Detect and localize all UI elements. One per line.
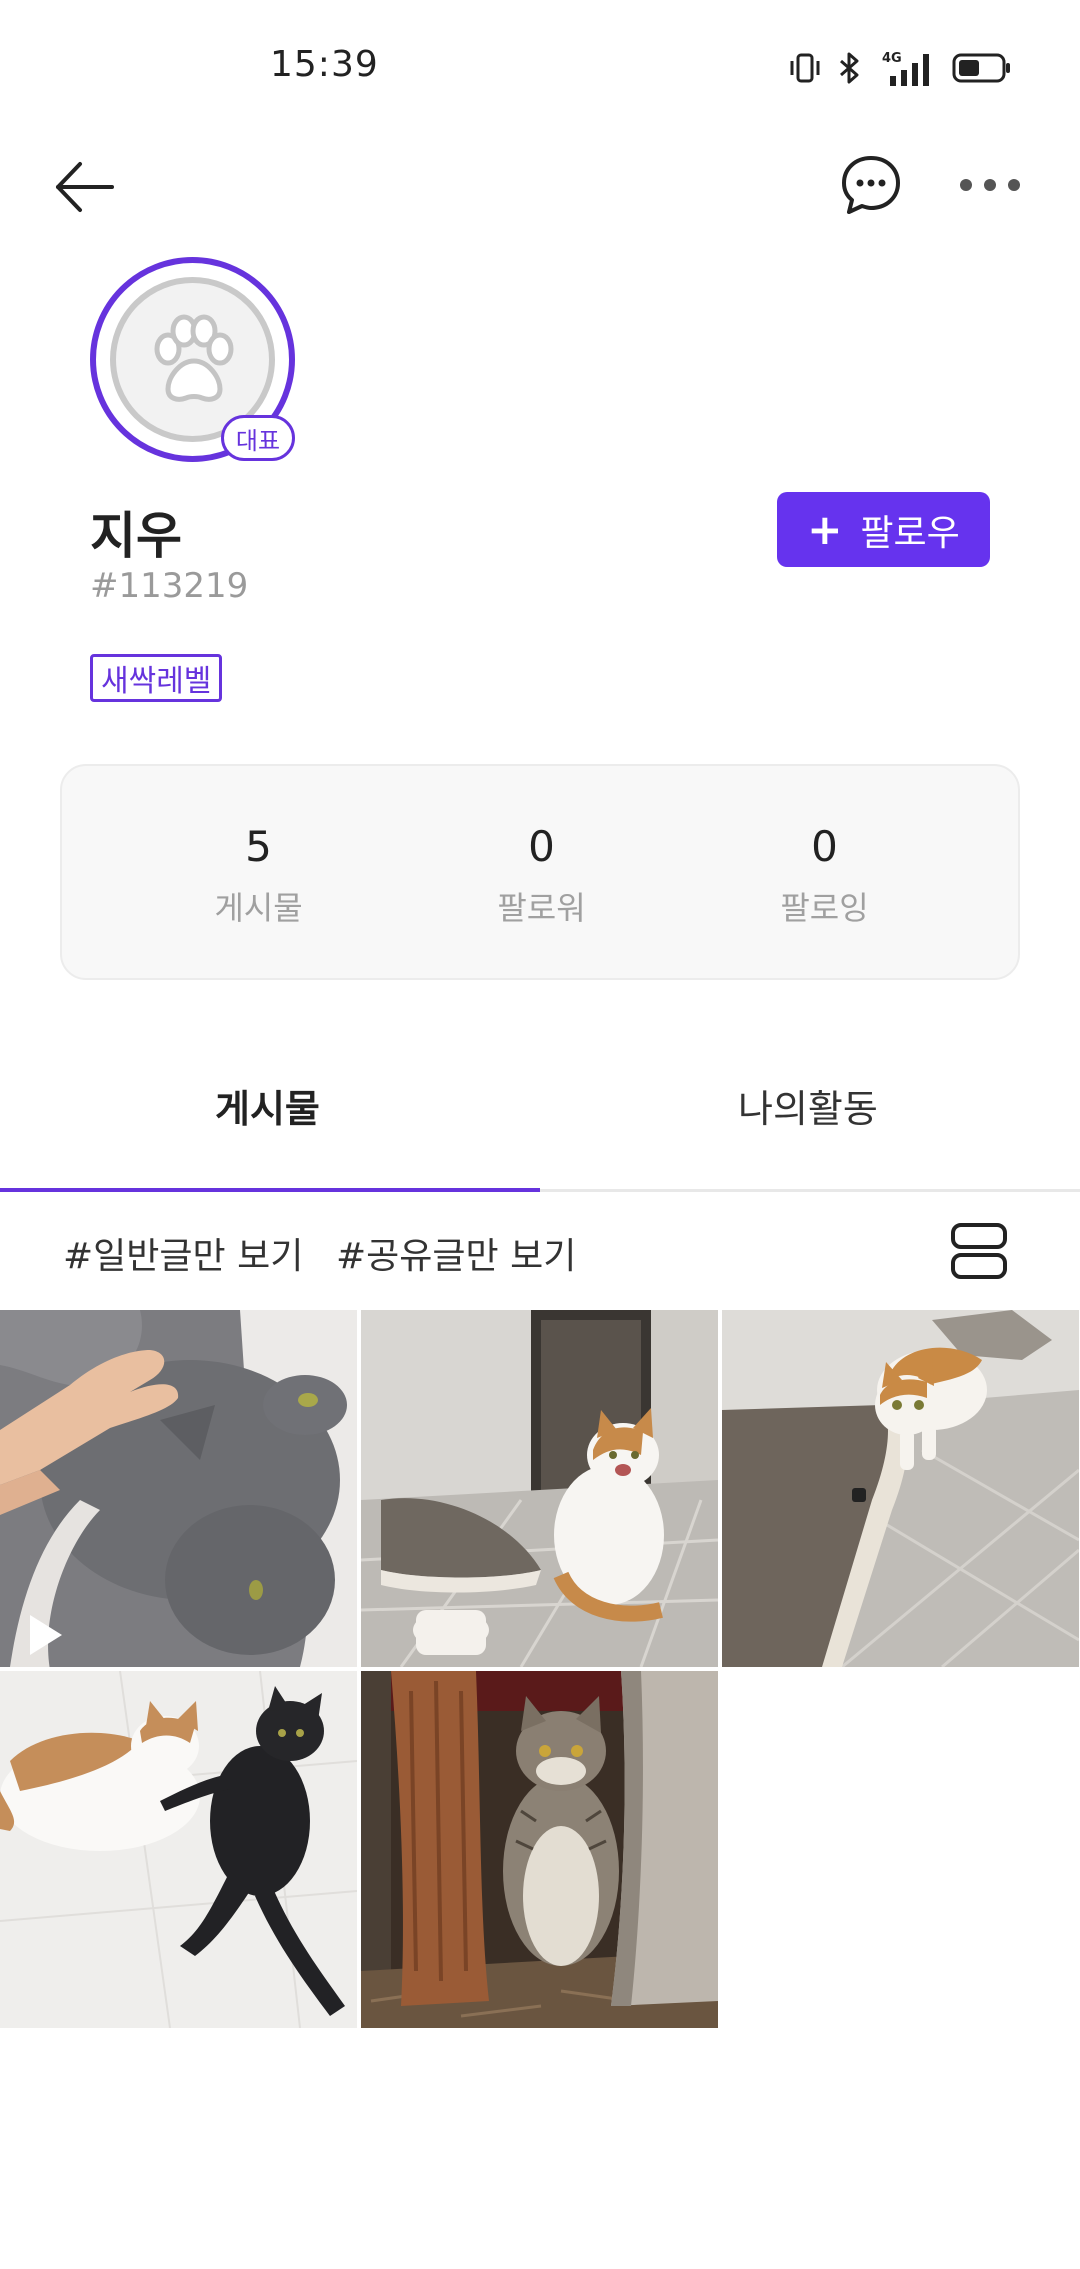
post-filters: #일반글만 보기 #공유글만 보기 xyxy=(0,1195,1080,1310)
svg-text:4G: 4G xyxy=(882,51,902,66)
stat-value: 5 xyxy=(245,822,272,871)
stat-value: 0 xyxy=(528,822,555,871)
white-orange-cat-photo xyxy=(361,1310,718,1667)
post-thumbnail[interactable] xyxy=(0,1671,357,2028)
more-options-button[interactable] xyxy=(955,165,1025,205)
profile-tabs: 게시물 나의활동 xyxy=(0,1030,1080,1192)
post-thumbnail[interactable] xyxy=(722,1310,1079,1667)
layout-toggle-button[interactable] xyxy=(950,1221,1008,1281)
video-play-icon xyxy=(28,1234,72,1282)
stat-label: 팔로잉 xyxy=(780,889,869,927)
stat-value: 0 xyxy=(811,822,838,871)
list-view-icon xyxy=(951,1223,1007,1279)
top-bar xyxy=(0,140,1080,230)
stat-followers[interactable]: 0 팔로워 xyxy=(400,766,683,978)
stat-following[interactable]: 0 팔로잉 xyxy=(683,766,966,978)
status-time: 15:39 xyxy=(270,44,379,85)
filter-shared-posts[interactable]: #공유글만 보기 xyxy=(336,1227,576,1279)
profile-avatar[interactable]: 대표 xyxy=(90,257,295,462)
plus-icon: + xyxy=(807,504,843,554)
active-tab-indicator xyxy=(0,1188,540,1192)
filter-general-posts[interactable]: #일반글만 보기 xyxy=(63,1227,303,1279)
tab-posts[interactable]: 게시물 xyxy=(215,1078,320,1133)
post-thumbnail[interactable] xyxy=(0,1310,357,1667)
back-arrow-icon xyxy=(56,162,114,212)
chat-button[interactable] xyxy=(838,152,904,218)
paw-icon xyxy=(154,314,233,402)
follow-button[interactable]: + 팔로우 xyxy=(777,492,990,567)
post-thumbnail[interactable] xyxy=(361,1671,718,2028)
follow-button-label: 팔로우 xyxy=(860,512,960,554)
stat-label: 팔로워 xyxy=(497,889,586,927)
post-thumbnail[interactable] xyxy=(361,1310,718,1667)
representative-badge: 대표 xyxy=(221,415,295,461)
bluetooth-icon xyxy=(840,52,859,84)
status-icons: 4G xyxy=(788,46,1012,90)
stats-panel: 5 게시물 0 팔로워 0 팔로잉 xyxy=(60,764,1020,980)
vibrate-icon xyxy=(790,53,820,83)
profile-nickname: 지우 xyxy=(90,507,182,565)
more-dots-icon xyxy=(960,179,1020,191)
tab-my-activity[interactable]: 나의활동 xyxy=(738,1078,878,1133)
battery-icon xyxy=(952,53,1010,83)
chat-bubble-icon xyxy=(842,156,900,214)
tabby-cat-photo xyxy=(361,1671,718,2028)
back-button[interactable] xyxy=(50,152,120,222)
white-and-black-cats-photo xyxy=(0,1671,357,2028)
signal-4g-icon: 4G xyxy=(882,51,929,86)
level-badge: 새싹레벨 xyxy=(90,654,223,702)
status-bar: 15:39 4G xyxy=(0,0,1080,130)
stat-posts[interactable]: 5 게시물 xyxy=(117,766,400,978)
profile-user-id: #113219 xyxy=(90,566,249,606)
cat-by-scratcher-photo xyxy=(722,1310,1079,1667)
gray-cat-photo xyxy=(0,1310,357,1667)
stat-label: 게시물 xyxy=(214,889,303,927)
